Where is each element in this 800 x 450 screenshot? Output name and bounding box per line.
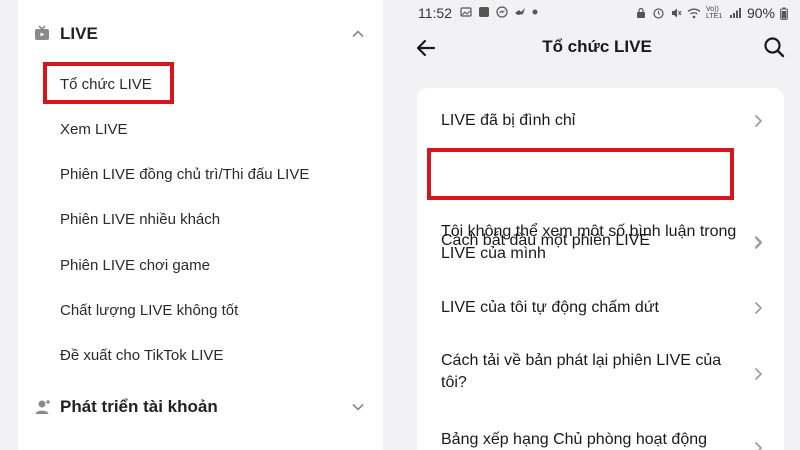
- phone-screen: 11:52 Vo)) LTE1 90% Tổ chức LIVE LIVE đã…: [394, 0, 800, 450]
- app-notification-icon: [479, 7, 489, 17]
- chevron-down-icon[interactable]: [351, 400, 365, 414]
- page-title: Tổ chức LIVE: [542, 37, 652, 56]
- section-live-title: LIVE: [60, 24, 98, 43]
- battery-level: 90%: [746, 5, 775, 21]
- chevron-right-icon: [754, 236, 763, 250]
- highlight-box: [427, 148, 734, 200]
- list-item-label: Tôi không thể xem một số bình luận trong…: [441, 223, 737, 262]
- battery-icon: [780, 7, 788, 20]
- menu-item-watch-live[interactable]: Xem LIVE: [60, 120, 128, 140]
- list-item-label: Bảng xếp hạng Chủ phòng hoạt động: [441, 431, 708, 448]
- list-item[interactable]: Tôi không thể xem một số bình luận trong…: [417, 213, 784, 293]
- notification-icons: [460, 6, 538, 18]
- menu-item-gaming-live[interactable]: Phiên LIVE chơi game: [60, 256, 210, 276]
- nav-bar: Tổ chức LIVE: [394, 28, 800, 72]
- menu-item-cohost-battle[interactable]: Phiên LIVE đồng chủ trì/Thi đấu LIVE: [60, 165, 309, 185]
- list-item[interactable]: LIVE đã bị đình chỉ: [417, 88, 784, 154]
- lock-icon: [636, 7, 645, 18]
- bird-icon: [515, 8, 525, 15]
- menu-item-recommendation[interactable]: Đề xuất cho TikTok LIVE: [60, 346, 223, 366]
- article-list: LIVE đã bị đình chỉ Cách bắt đầu một phi…: [417, 88, 784, 450]
- wifi-icon: [687, 8, 701, 19]
- person-plus-icon: [35, 400, 50, 414]
- list-item[interactable]: Cách tải về bản phát lại phiên LIVE của …: [417, 349, 784, 429]
- menu-item-multi-guest[interactable]: Phiên LIVE nhiều khách: [60, 210, 220, 230]
- tv-icon: [35, 25, 49, 40]
- network-type-label: Vo)) LTE1: [705, 6, 723, 20]
- search-icon[interactable]: [762, 35, 786, 59]
- chevron-right-icon: [754, 367, 763, 381]
- chevron-right-icon: [754, 301, 763, 315]
- help-menu-panel: LIVE Tổ chức LIVE Xem LIVE Phiên LIVE đồ…: [18, 0, 383, 450]
- list-item[interactable]: Bảng xếp hạng Chủ phòng hoạt động: [417, 429, 784, 450]
- highlight-box: [43, 62, 174, 104]
- list-item[interactable]: LIVE của tôi tự động chấm dứt: [417, 293, 784, 349]
- signal-icon: [729, 8, 741, 18]
- messenger-icon: [496, 6, 508, 18]
- chevron-right-icon: [754, 441, 763, 450]
- list-item-label: LIVE của tôi tự động chấm dứt: [441, 299, 659, 316]
- list-item-label: LIVE đã bị đình chỉ: [441, 112, 576, 129]
- section-account-header[interactable]: Phát triển tài khoản: [18, 387, 383, 427]
- mute-icon: [671, 8, 682, 18]
- gallery-icon: [460, 7, 472, 17]
- alarm-icon: [653, 8, 664, 19]
- menu-item-poor-quality[interactable]: Chất lượng LIVE không tốt: [60, 301, 238, 321]
- chevron-up-icon[interactable]: [351, 27, 365, 41]
- list-item-label: Cách tải về bản phát lại phiên LIVE của …: [441, 352, 722, 391]
- section-account-title: Phát triển tài khoản: [60, 397, 218, 416]
- more-notifications-dot-icon: [532, 9, 538, 15]
- status-time: 11:52: [418, 5, 452, 21]
- system-icons: Vo)) LTE1 90%: [635, 5, 788, 21]
- chevron-right-icon: [754, 114, 763, 128]
- section-live-header[interactable]: LIVE: [18, 14, 383, 54]
- status-bar: 11:52 Vo)) LTE1 90%: [394, 0, 800, 26]
